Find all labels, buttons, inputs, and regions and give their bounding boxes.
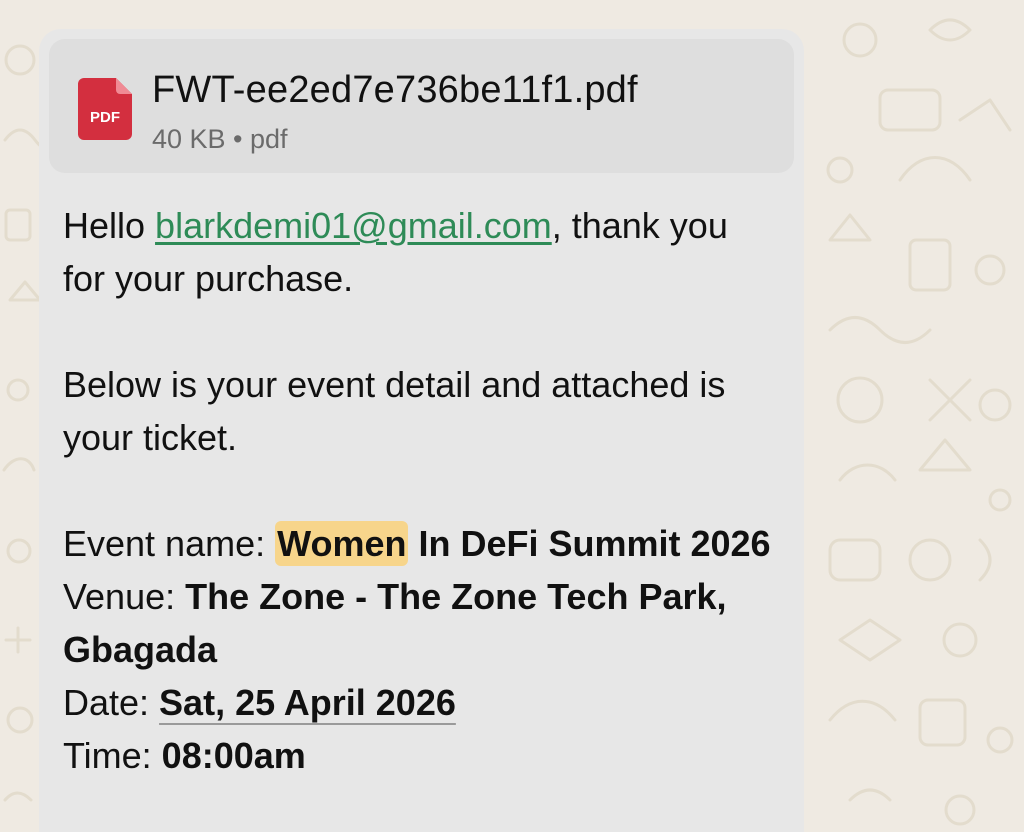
attachment-file-name: FWT-ee2ed7e736be11f1.pdf — [152, 69, 638, 111]
message-bubble: PDF FWT-ee2ed7e736be11f1.pdf 40 KB • pdf… — [39, 29, 804, 832]
ticket-info-paragraph: Below is your event detail and attached … — [63, 364, 726, 458]
date-value[interactable]: Sat, 25 April 2026 — [159, 682, 456, 723]
greeting-paragraph: Hello blarkdemi01@gmail.com, thank you f… — [63, 199, 778, 305]
search-highlight: Women — [275, 521, 409, 566]
time-label: Time: — [63, 735, 162, 776]
venue-line: Venue: The Zone - The Zone Tech Park, Gb… — [63, 570, 778, 676]
event-name-label: Event name: — [63, 523, 276, 564]
date-line: Date: Sat, 25 April 2026 — [63, 676, 778, 729]
attachment-file-meta: 40 KB • pdf — [152, 124, 288, 154]
pdf-file-icon: PDF — [78, 78, 132, 140]
message-text: Hello blarkdemi01@gmail.com, thank you f… — [63, 199, 778, 782]
time-line: Time: 08:00am — [63, 729, 778, 782]
date-label: Date: — [63, 682, 160, 723]
event-name-value: In DeFi Summit 2026 — [408, 523, 771, 564]
time-value: 08:00am — [161, 735, 306, 776]
email-link[interactable]: blarkdemi01@gmail.com — [155, 205, 552, 246]
pdf-icon-label: PDF — [90, 109, 120, 126]
pdf-attachment[interactable]: PDF FWT-ee2ed7e736be11f1.pdf 40 KB • pdf — [49, 39, 794, 173]
venue-label: Venue: — [63, 576, 186, 617]
greeting-prefix: Hello — [63, 205, 156, 246]
event-name-line: Event name: Women In DeFi Summit 2026 — [63, 517, 778, 570]
